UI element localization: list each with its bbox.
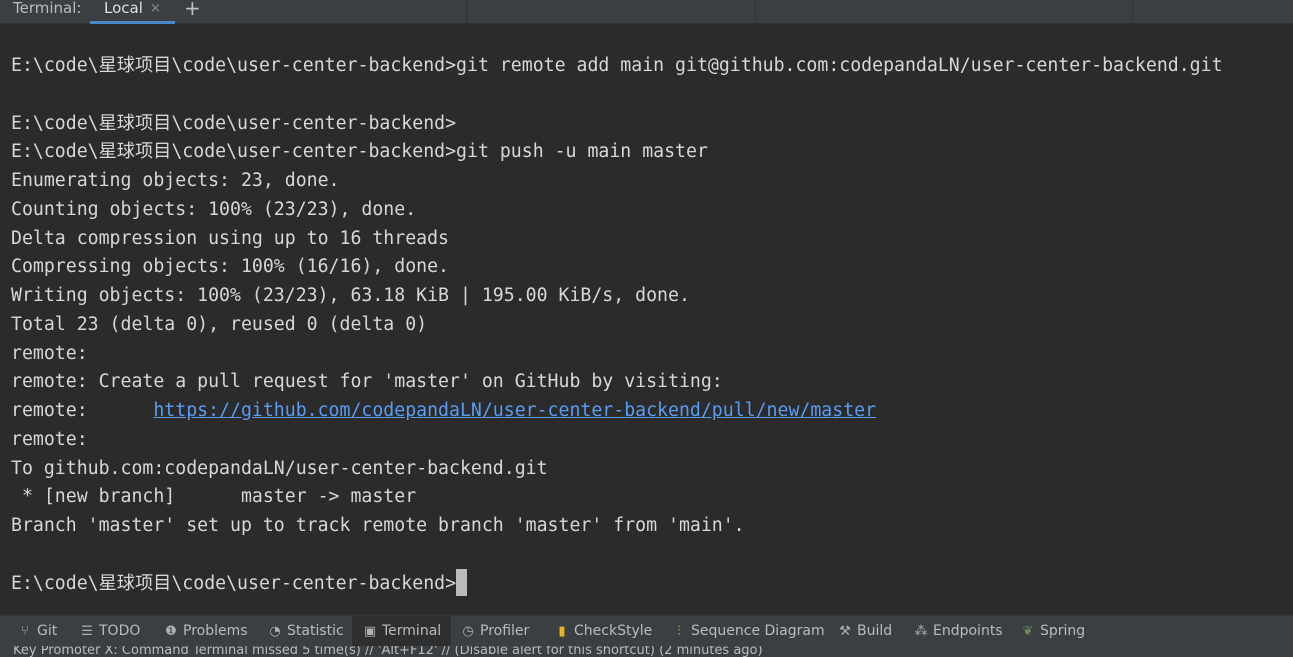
tool-git[interactable]: ⑂ Git bbox=[18, 616, 57, 647]
terminal-label: Terminal: bbox=[13, 0, 82, 17]
tool-spring[interactable]: ❦ Spring bbox=[1021, 616, 1086, 647]
terminal-output[interactable]: E:\code\星球项目\code\user-center-backend>gi… bbox=[0, 24, 1293, 615]
tool-window-bar: ⑂ Git ☰ TODO ❶ Problems ◔ Statistic ▣ Termina… bbox=[0, 615, 1293, 647]
hammer-icon: ⚒ bbox=[839, 624, 851, 639]
tool-label: Endpoints bbox=[933, 623, 1003, 639]
terminal-prompt: E:\code\星球项目\code\user-center-backend> bbox=[11, 573, 457, 594]
terminal-line: Counting objects: 100% (23/23), done. bbox=[11, 199, 417, 220]
terminal-line: Writing objects: 100% (23/23), 63.18 KiB… bbox=[11, 285, 690, 306]
terminal-line: Enumerating objects: 23, done. bbox=[11, 170, 340, 191]
list-icon: ☰ bbox=[81, 624, 93, 639]
tool-label: TODO bbox=[99, 623, 141, 639]
close-icon[interactable]: × bbox=[150, 0, 161, 17]
tab-local[interactable]: Local × bbox=[90, 0, 175, 24]
terminal-line: remote: bbox=[11, 343, 88, 364]
tool-profiler[interactable]: ◷ Profiler bbox=[461, 616, 529, 647]
sequence-icon: ⫶ bbox=[677, 624, 681, 639]
text-cursor bbox=[456, 568, 468, 596]
terminal-icon: ▣ bbox=[363, 624, 377, 639]
terminal-line: E:\code\星球项目\code\user-center-backend>gi… bbox=[11, 55, 1223, 76]
tool-label: Build bbox=[857, 623, 893, 639]
tool-label: CheckStyle bbox=[574, 623, 653, 639]
alert-icon: ❶ bbox=[165, 624, 177, 639]
tool-terminal[interactable]: ▣ Terminal bbox=[352, 616, 452, 647]
gauge-icon: ◷ bbox=[462, 624, 474, 639]
terminal-line: Delta compression using up to 16 threads bbox=[11, 228, 449, 249]
tool-label: Profiler bbox=[480, 623, 530, 639]
tab-divider bbox=[755, 0, 756, 24]
terminal-line: remote: bbox=[11, 429, 88, 450]
pull-request-link[interactable]: https://github.com/codepandaLN/user-cent… bbox=[153, 400, 876, 421]
tab-divider bbox=[1132, 0, 1133, 24]
terminal-line-with-link: remote: https://github.com/codepandaLN/u… bbox=[11, 397, 876, 425]
terminal-line: remote: Create a pull request for 'maste… bbox=[11, 371, 723, 392]
endpoints-icon: ⁂ bbox=[914, 624, 928, 639]
tool-problems[interactable]: ❶ Problems bbox=[164, 616, 248, 647]
status-bar: Key Promoter X: Command Terminal missed … bbox=[0, 646, 1293, 657]
tool-label: Statistic bbox=[287, 623, 344, 639]
checkstyle-icon: ▮ bbox=[558, 624, 566, 639]
tool-label: Sequence Diagram bbox=[691, 623, 825, 639]
terminal-prompt-line[interactable]: E:\code\星球项目\code\user-center-backend> bbox=[11, 568, 468, 598]
tool-label: Problems bbox=[183, 623, 248, 639]
terminal-line: * [new branch] master -> master bbox=[11, 486, 417, 507]
tool-label: Terminal bbox=[382, 623, 442, 639]
tool-label: Git bbox=[37, 623, 58, 639]
tab-divider bbox=[466, 0, 467, 24]
terminal-line: Branch 'master' set up to track remote b… bbox=[11, 515, 745, 536]
spring-leaf-icon: ❦ bbox=[1022, 624, 1034, 639]
add-tab-icon[interactable]: + bbox=[184, 0, 201, 19]
tool-todo[interactable]: ☰ TODO bbox=[80, 616, 140, 647]
terminal-line: E:\code\星球项目\code\user-center-backend>gi… bbox=[11, 141, 708, 162]
tool-build[interactable]: ⚒ Build bbox=[838, 616, 892, 647]
tool-label: Spring bbox=[1040, 623, 1086, 639]
tool-sequence-diagram[interactable]: ⫶ Sequence Diagram bbox=[672, 616, 825, 647]
terminal-tabbar: Terminal: Local × + bbox=[0, 0, 1293, 24]
tool-endpoints[interactable]: ⁂ Endpoints bbox=[914, 616, 1003, 647]
terminal-line: Compressing objects: 100% (16/16), done. bbox=[11, 256, 449, 277]
terminal-line: To github.com:codepandaLN/user-center-ba… bbox=[11, 458, 548, 479]
remote-prefix: remote: bbox=[11, 400, 154, 421]
terminal-line: E:\code\星球项目\code\user-center-backend> bbox=[11, 113, 457, 134]
tool-statistic[interactable]: ◔ Statistic bbox=[268, 616, 344, 647]
terminal-line: Total 23 (delta 0), reused 0 (delta 0) bbox=[11, 314, 428, 335]
tool-checkstyle[interactable]: ▮ CheckStyle bbox=[555, 616, 652, 647]
tab-local-label: Local bbox=[104, 0, 143, 17]
status-message[interactable]: Key Promoter X: Command Terminal missed … bbox=[13, 646, 763, 657]
git-branch-icon: ⑂ bbox=[21, 624, 29, 639]
pie-icon: ◔ bbox=[269, 624, 281, 639]
